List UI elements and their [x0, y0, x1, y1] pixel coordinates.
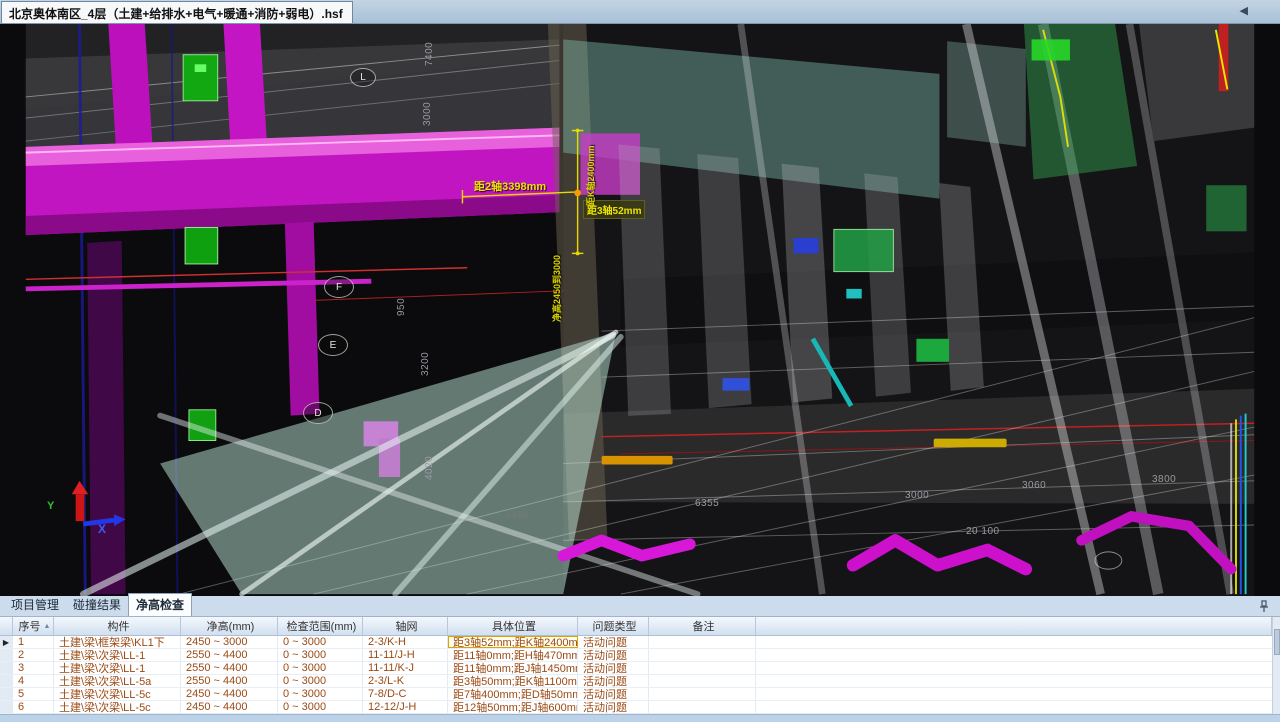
header-component[interactable]: 构件 [54, 617, 181, 635]
cell-range: 0 ~ 3000 [278, 649, 363, 661]
cell-no: 1 [13, 636, 54, 648]
cell-clearance: 2550 ~ 4400 [181, 675, 278, 687]
cell-type: 活动问题 [578, 662, 649, 674]
table-header-row: 序号 ▲ 构件 净高(mm) 检查范围(mm) 轴网 具体位置 问题类型 备注 [0, 617, 1272, 636]
cell-note [649, 701, 756, 713]
grid-bubble-F: F [324, 276, 354, 298]
tab-scroll-left-icon[interactable]: ◀ [1240, 4, 1248, 17]
grid-bubble-E: E [318, 334, 348, 356]
cell-clearance: 2550 ~ 4400 [181, 649, 278, 661]
grid-bubble-L: L [350, 68, 376, 87]
cell-note [649, 688, 756, 700]
cell-grid: 7-8/D-C [363, 688, 448, 700]
cell-range: 0 ~ 3000 [278, 662, 363, 674]
cell-location: 距11轴0mm;距H轴470mm [448, 649, 578, 661]
cell-note [649, 675, 756, 687]
pin-icon[interactable] [1258, 600, 1270, 613]
cell-marker [0, 688, 13, 700]
table-row[interactable]: 6 土建\梁\次梁\LL-5c 2450 ~ 4400 0 ~ 3000 12-… [0, 701, 1272, 714]
cell-filler [756, 675, 1272, 687]
results-panel: 项目管理 碰撞结果 净高检查 序号 ▲ 构件 净高(mm) 检查范围(mm) 轴… [0, 596, 1280, 722]
table-row[interactable]: 4 土建\梁\次梁\LL-5a 2550 ~ 4400 0 ~ 3000 2-3… [0, 675, 1272, 688]
header-type[interactable]: 问题类型 [578, 617, 649, 635]
cell-component: 土建\梁\次梁\LL-5c [54, 688, 181, 700]
table-row[interactable]: 2 土建\梁\次梁\LL-1 2550 ~ 4400 0 ~ 3000 11-1… [0, 649, 1272, 662]
cell-type: 活动问题 [578, 688, 649, 700]
cell-filler [756, 688, 1272, 700]
cell-range: 0 ~ 3000 [278, 636, 363, 648]
application-window: 北京奥体南区_4层（土建+给排水+电气+暖通+消防+弱电）.hsf ◀ [0, 0, 1280, 722]
table-row[interactable]: 5 土建\梁\次梁\LL-5c 2450 ~ 4400 0 ~ 3000 7-8… [0, 688, 1272, 701]
row-selected-marker: ▶ [0, 636, 13, 648]
grid-bubble-D: D [303, 402, 333, 424]
scrollbar-thumb[interactable] [1274, 629, 1280, 655]
cell-clearance: 2450 ~ 3000 [181, 636, 278, 648]
cell-grid: 11-11/K-J [363, 662, 448, 674]
cell-note [649, 662, 756, 674]
cell-no: 2 [13, 649, 54, 661]
cell-filler [756, 662, 1272, 674]
cell-filler [756, 701, 1272, 713]
cell-grid: 12-12/J-H [363, 701, 448, 713]
cell-component: 土建\梁\框架梁\KL1下 [54, 636, 181, 648]
title-bar: 北京奥体南区_4层（土建+给排水+电气+暖通+消防+弱电）.hsf ◀ [0, 0, 1280, 24]
cell-location: 距3轴50mm;距K轴1100mm [448, 675, 578, 687]
header-note[interactable]: 备注 [649, 617, 756, 635]
cell-clearance: 2550 ~ 4400 [181, 662, 278, 674]
cell-filler [756, 649, 1272, 661]
cell-location: 距7轴400mm;距D轴50mm [448, 688, 578, 700]
cell-range: 0 ~ 3000 [278, 688, 363, 700]
cell-grid: 11-11/J-H [363, 649, 448, 661]
document-tab[interactable]: 北京奥体南区_4层（土建+给排水+电气+暖通+消防+弱电）.hsf [1, 1, 353, 23]
header-no-label: 序号 [19, 618, 41, 634]
sort-asc-icon: ▲ [44, 623, 51, 630]
table-horizontal-scrollbar[interactable] [0, 714, 1280, 722]
3d-scene [0, 24, 1280, 596]
cell-type: 活动问题 [578, 649, 649, 661]
cell-no: 6 [13, 701, 54, 713]
cell-component: 土建\梁\次梁\LL-1 [54, 649, 181, 661]
cell-grid: 2-3/K-H [363, 636, 448, 648]
table-row[interactable]: ▶ 1 土建\梁\框架梁\KL1下 2450 ~ 3000 0 ~ 3000 2… [0, 636, 1272, 649]
header-location[interactable]: 具体位置 [448, 617, 578, 635]
tab-clearance-check[interactable]: 净高检查 [128, 593, 192, 616]
header-filler [756, 617, 1272, 635]
cell-component: 土建\梁\次梁\LL-1 [54, 662, 181, 674]
header-no[interactable]: 序号 ▲ [13, 617, 54, 635]
cell-clearance: 2450 ~ 4400 [181, 701, 278, 713]
header-marker [0, 617, 13, 635]
cell-note [649, 636, 756, 648]
cell-marker [0, 701, 13, 713]
cell-clearance: 2450 ~ 4400 [181, 688, 278, 700]
tab-collision-results[interactable]: 碰撞结果 [66, 594, 128, 616]
cell-no: 5 [13, 688, 54, 700]
table-row[interactable]: 3 土建\梁\次梁\LL-1 2550 ~ 4400 0 ~ 3000 11-1… [0, 662, 1272, 675]
header-clearance[interactable]: 净高(mm) [181, 617, 278, 635]
cell-range: 0 ~ 3000 [278, 675, 363, 687]
cell-component: 土建\梁\次梁\LL-5a [54, 675, 181, 687]
cell-grid: 2-3/L-K [363, 675, 448, 687]
cell-no: 4 [13, 675, 54, 687]
cell-type: 活动问题 [578, 636, 649, 648]
cell-filler [756, 636, 1272, 648]
cell-location: 距12轴50mm;距J轴600mm [448, 701, 578, 713]
cell-type: 活动问题 [578, 701, 649, 713]
cell-component: 土建\梁\次梁\LL-5c [54, 701, 181, 713]
cell-location: 距11轴0mm;距J轴1450mm [448, 662, 578, 674]
cell-location-selected[interactable]: 距3轴52mm;距K轴2400mm [448, 636, 578, 648]
cell-marker [0, 649, 13, 661]
cell-type: 活动问题 [578, 675, 649, 687]
header-grid[interactable]: 轴网 [363, 617, 448, 635]
panel-tab-bar: 项目管理 碰撞结果 净高检查 [0, 596, 1280, 617]
cell-note [649, 649, 756, 661]
clearance-table: 序号 ▲ 构件 净高(mm) 检查范围(mm) 轴网 具体位置 问题类型 备注 … [0, 617, 1280, 722]
header-range[interactable]: 检查范围(mm) [278, 617, 363, 635]
cell-marker [0, 662, 13, 674]
table-vertical-scrollbar[interactable] [1272, 617, 1280, 714]
cell-no: 3 [13, 662, 54, 674]
cell-range: 0 ~ 3000 [278, 701, 363, 713]
cell-marker [0, 675, 13, 687]
3d-viewport[interactable]: L F E D 距2轴3398mm 距3轴52mm 距K轴2400mm 净高24… [0, 24, 1280, 596]
tab-project-management[interactable]: 项目管理 [4, 594, 66, 616]
